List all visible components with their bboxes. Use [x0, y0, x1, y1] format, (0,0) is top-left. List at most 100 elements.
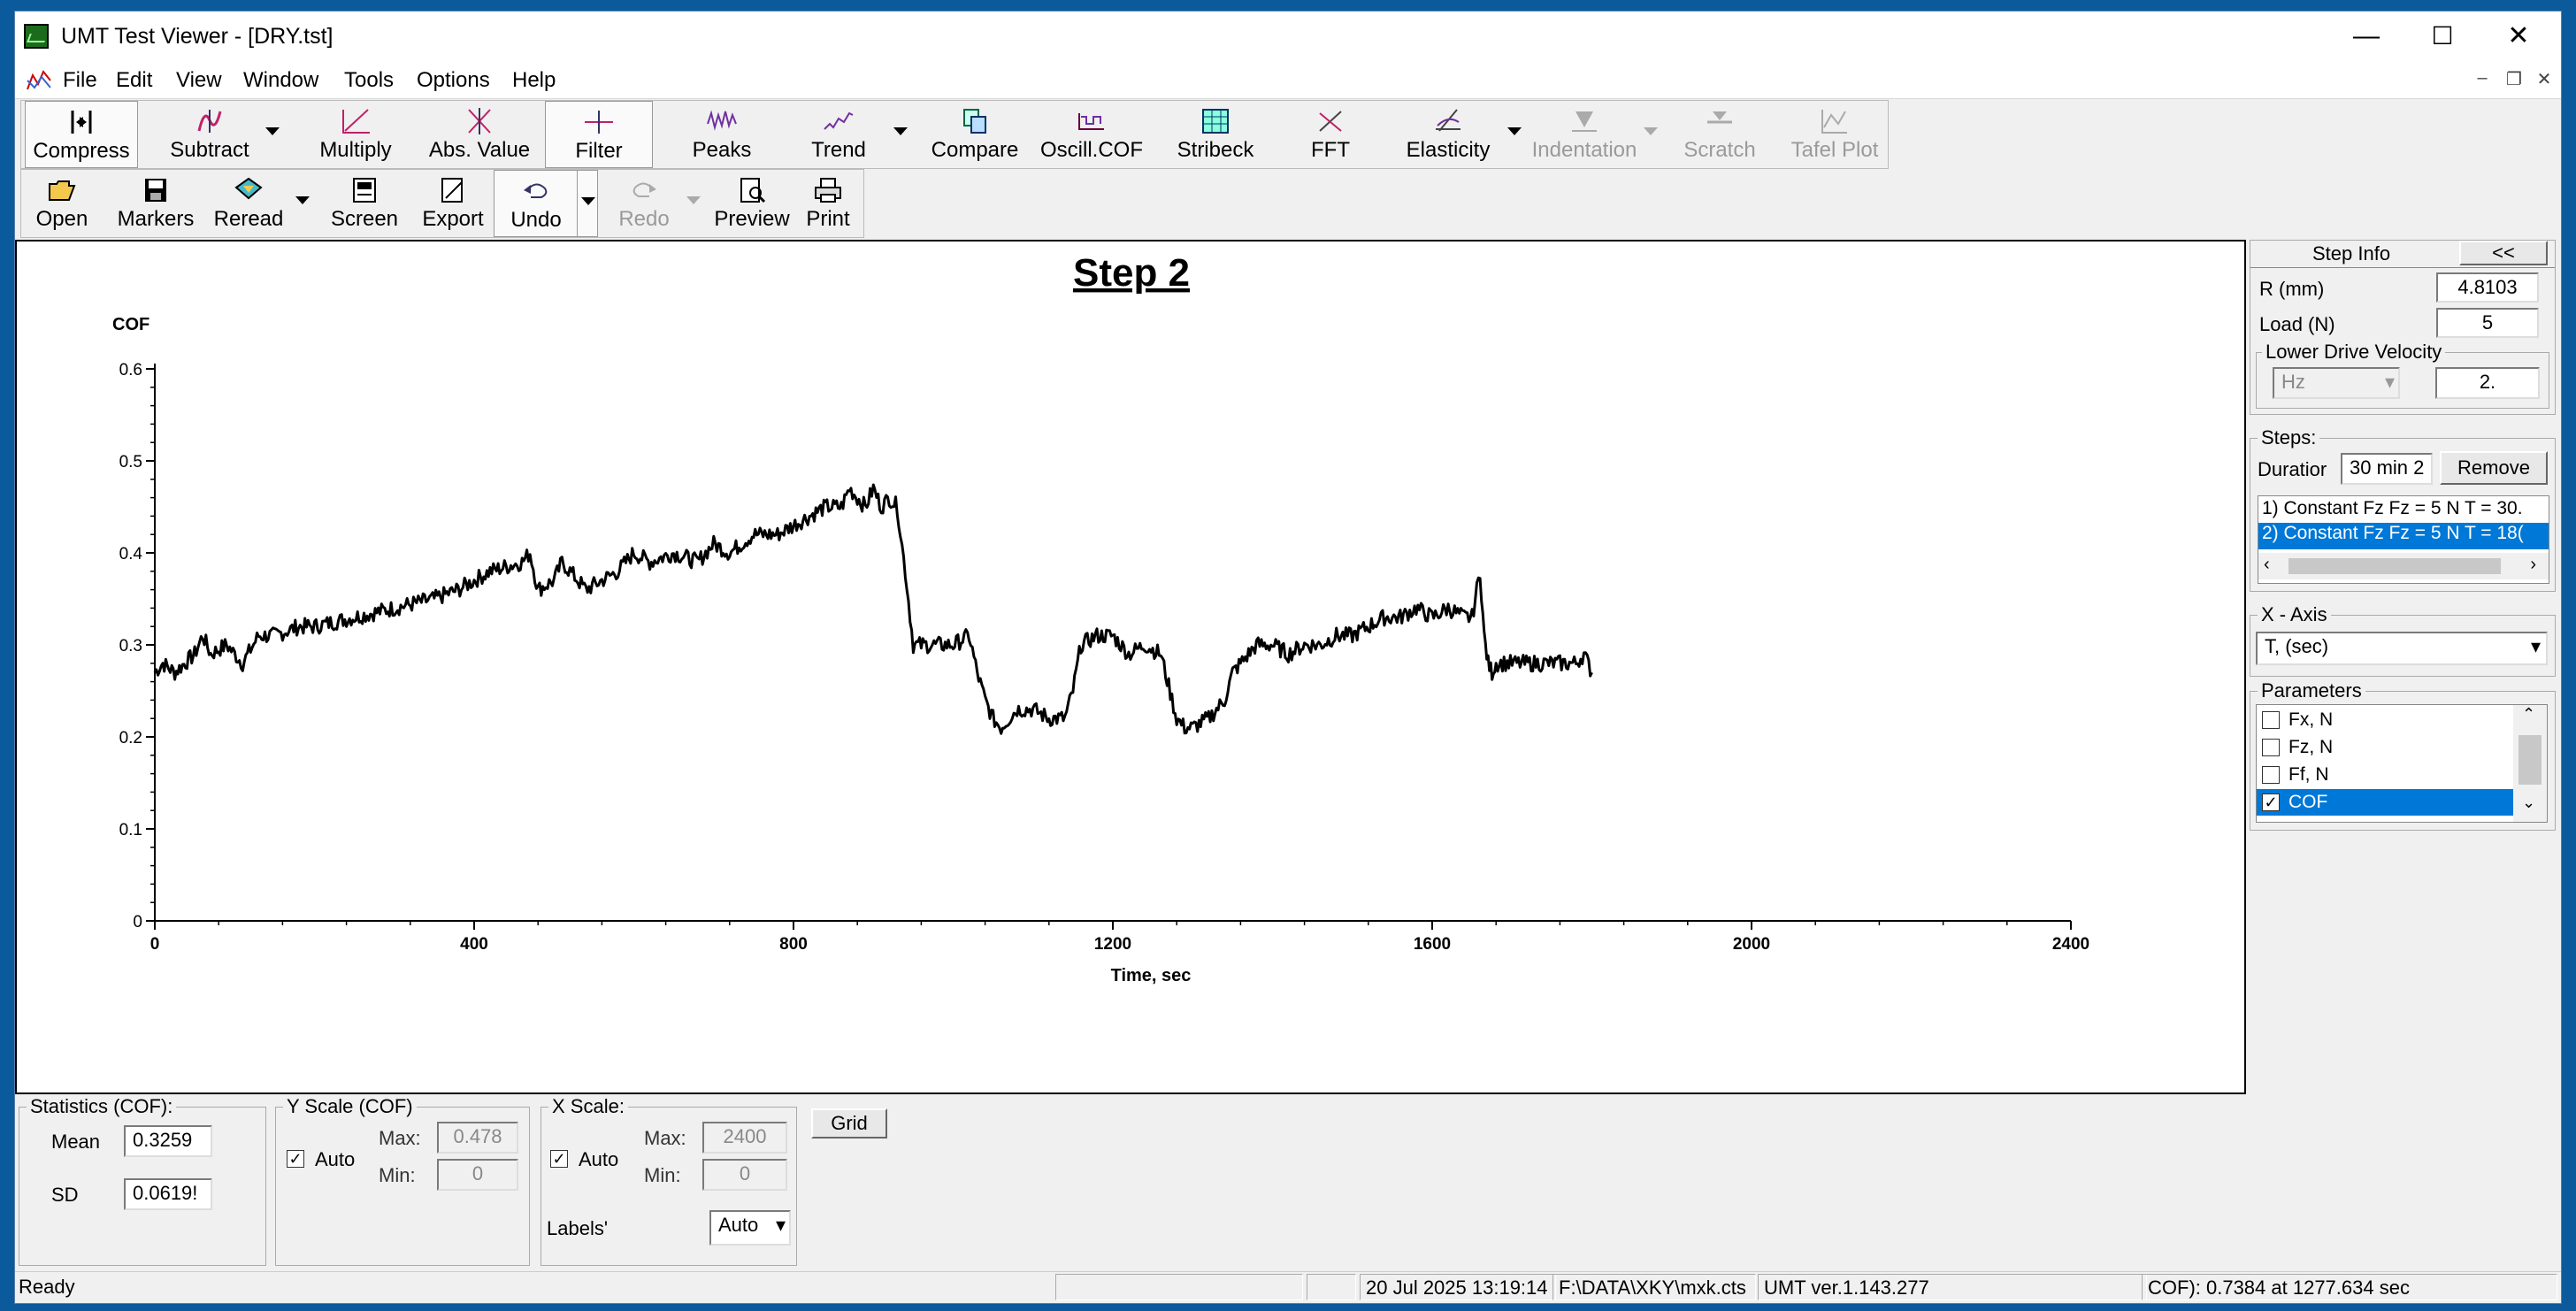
chart-title: Step 2 — [1073, 251, 1190, 295]
redo-dropdown-icon[interactable] — [686, 196, 701, 204]
x-max-field[interactable]: 2400 — [702, 1122, 787, 1154]
mdi-close-icon[interactable]: ✕ — [2529, 68, 2559, 93]
x-tick-label: 800 — [779, 935, 808, 954]
mean-field[interactable]: 0.3259 — [124, 1125, 212, 1157]
trend-button[interactable]: Trend — [784, 101, 893, 168]
folder-open-icon — [49, 180, 76, 201]
export-icon — [441, 178, 463, 203]
mdi-minimize-icon[interactable]: – — [2467, 68, 2497, 93]
file-toolbar: Open Markers Reread Screen Export Undo R — [20, 169, 864, 238]
menu-window[interactable]: Window — [243, 68, 318, 93]
y-auto-label: Auto — [315, 1148, 356, 1170]
cof-chart[interactable]: Step 2 COF Time, sec 0 0.1 0.2 0.3 0.4 0.5 0.6… — [17, 242, 2244, 1092]
trend-dropdown-icon[interactable] — [893, 127, 908, 135]
preview-button[interactable]: Preview — [708, 170, 796, 237]
collapse-button[interactable]: << — [2459, 241, 2548, 265]
elasticity-button[interactable]: Elasticity — [1384, 101, 1513, 168]
menu-file[interactable]: File — [63, 68, 97, 93]
x-axis-group: X - Axis T, (sec) ▾ — [2250, 603, 2556, 677]
list-item[interactable]: Ff, N — [2257, 762, 2513, 788]
param-checkbox-fx[interactable] — [2262, 711, 2280, 729]
param-checkbox-ff[interactable] — [2262, 766, 2280, 784]
scroll-left-icon[interactable]: ‹ — [2264, 555, 2270, 575]
menu-options[interactable]: Options — [417, 68, 490, 93]
reread-button[interactable]: Reread — [202, 170, 295, 237]
undo-dropdown[interactable] — [577, 170, 598, 237]
compress-button[interactable]: Compress — [25, 101, 138, 168]
compress-icon — [71, 111, 92, 134]
maximize-button[interactable]: ☐ — [2405, 15, 2480, 58]
param-checkbox-fz[interactable] — [2262, 739, 2280, 756]
menu-help[interactable]: Help — [512, 68, 556, 93]
list-item[interactable]: 1) Constant Fz Fz = 5 N T = 30. — [2262, 498, 2523, 519]
list-item-selected[interactable]: ✓ COF — [2257, 789, 2513, 816]
steps-scrollbar[interactable]: ‹ › — [2258, 553, 2549, 579]
y-scale-group: Y Scale (COF) ✓ Auto Max: 0.478 Min: 0 — [275, 1095, 530, 1266]
chevron-up-icon[interactable]: ⌃ — [2522, 705, 2535, 724]
compare-button[interactable]: Compare — [911, 101, 1039, 168]
x-auto-checkbox[interactable]: ✓ — [550, 1150, 568, 1168]
scrollbar-thumb[interactable] — [2288, 558, 2501, 574]
screen-button[interactable]: Screen — [318, 170, 410, 237]
duration-field[interactable]: 30 min 2 — [2341, 453, 2433, 485]
markers-button[interactable]: Markers — [110, 170, 202, 237]
param-checkbox-cof[interactable]: ✓ — [2262, 794, 2280, 811]
indentation-dropdown-icon[interactable] — [1644, 127, 1658, 135]
steps-list[interactable]: 1) Constant Fz Fz = 5 N T = 30. 2) Const… — [2258, 495, 2549, 584]
minimize-button[interactable]: — — [2329, 15, 2404, 58]
menu-tools[interactable]: Tools — [344, 68, 394, 93]
menu-view[interactable]: View — [176, 68, 222, 93]
redo-button[interactable]: Redo — [602, 170, 686, 237]
subtract-button[interactable]: Subtract — [152, 101, 267, 168]
oscill-cof-button[interactable]: Oscill.COF — [1030, 101, 1154, 168]
x-axis-select[interactable]: T, (sec) ▾ — [2256, 632, 2548, 665]
list-item[interactable]: Fx, N — [2257, 707, 2513, 733]
abs-value-button[interactable]: Abs. Value — [419, 101, 540, 168]
fft-button[interactable]: FFT — [1277, 101, 1384, 168]
scrollbar-thumb[interactable] — [2518, 735, 2542, 785]
menu-edit[interactable]: Edit — [116, 68, 152, 93]
multiply-button[interactable]: Multiply — [297, 101, 414, 168]
remove-button[interactable]: Remove — [2440, 451, 2548, 485]
elasticity-icon — [1436, 109, 1460, 132]
chart-area[interactable]: Step 2 COF Time, sec 0 0.1 0.2 0.3 0.4 0.5 0.6… — [15, 240, 2246, 1094]
filter-button[interactable]: Filter — [545, 101, 653, 168]
stribeck-button[interactable]: Stribeck — [1154, 101, 1277, 168]
compare-icon — [963, 109, 986, 134]
r-field[interactable]: 4.8103 — [2436, 272, 2539, 303]
load-field[interactable]: 5 — [2436, 308, 2539, 338]
open-button[interactable]: Open — [25, 170, 99, 237]
y-max-field[interactable]: 0.478 — [437, 1122, 518, 1154]
velocity-field[interactable]: 2. — [2435, 367, 2540, 399]
print-button[interactable]: Print — [793, 170, 863, 237]
subtract-dropdown-icon[interactable] — [265, 127, 280, 135]
undo-button[interactable]: Undo — [494, 170, 579, 237]
velocity-unit-select[interactable]: Hz ▾ — [2273, 367, 2400, 399]
document-icon[interactable] — [26, 68, 52, 93]
tafel-plot-button[interactable]: Tafel Plot — [1782, 101, 1888, 168]
tafel-plot-icon — [1821, 110, 1847, 134]
steps-group: Steps: Duratior 30 min 2 Remove 1) Const… — [2250, 426, 2556, 592]
scroll-right-icon[interactable]: › — [2530, 555, 2536, 575]
x-min-field[interactable]: 0 — [702, 1159, 787, 1191]
grid-button[interactable]: Grid — [811, 1108, 887, 1138]
y-auto-checkbox[interactable]: ✓ — [287, 1150, 304, 1168]
parameters-list[interactable]: Fx, N Fz, N Ff, N ✓ COF ⌃ ⌄ — [2256, 704, 2548, 823]
labels-select[interactable]: Auto ▾ — [709, 1210, 791, 1246]
parameters-scrollbar[interactable]: ⌃ ⌄ — [2513, 705, 2547, 822]
chevron-down-icon[interactable]: ⌄ — [2522, 794, 2535, 812]
export-button[interactable]: Export — [410, 170, 495, 237]
list-item[interactable]: Fz, N — [2257, 734, 2513, 761]
indentation-button[interactable]: Indentation — [1520, 101, 1649, 168]
lower-drive-group: Lower Drive Velocity Hz ▾ 2. — [2256, 341, 2549, 409]
scratch-button[interactable]: Scratch — [1667, 101, 1773, 168]
y-min-field[interactable]: 0 — [437, 1159, 518, 1191]
list-item-selected[interactable]: 2) Constant Fz Fz = 5 N T = 18( — [2258, 523, 2549, 549]
right-panel: Step Info << R (mm) 4.8103 Load (N) 5 Lo… — [2250, 240, 2556, 1094]
peaks-button[interactable]: Peaks — [667, 101, 777, 168]
close-button[interactable]: ✕ — [2481, 15, 2556, 58]
mdi-restore-icon[interactable]: ❐ — [2499, 68, 2529, 93]
indentation-icon — [1572, 111, 1597, 132]
reread-dropdown-icon[interactable] — [295, 196, 310, 204]
sd-field[interactable]: 0.0619! — [124, 1178, 212, 1210]
